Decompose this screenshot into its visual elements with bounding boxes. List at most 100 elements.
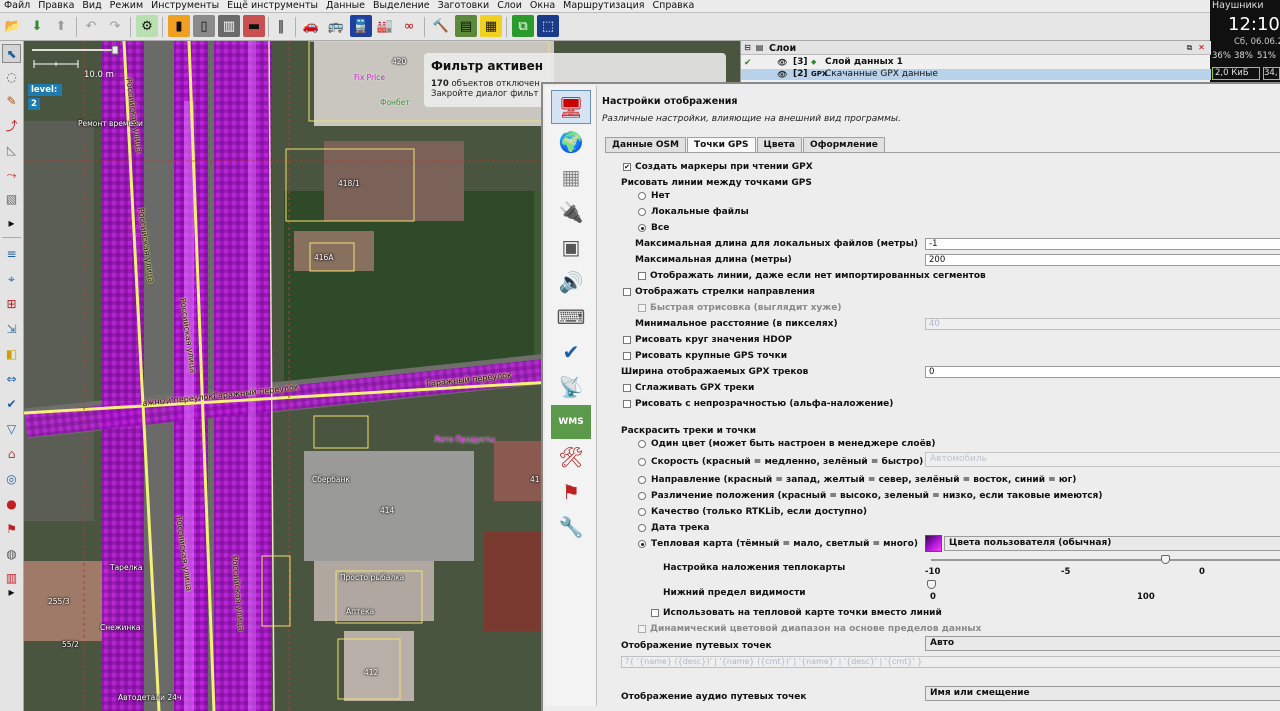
menu-tools[interactable]: Инструменты	[147, 0, 223, 12]
color-speed-radio[interactable]	[638, 458, 646, 466]
smooth-option[interactable]: Сглаживать GPX треки	[623, 382, 754, 394]
color-speed-option[interactable]: Скорость (красный = медленно, зелёный = …	[638, 456, 923, 468]
parallel-icon[interactable]: ◺	[2, 140, 21, 159]
building-255[interactable]: 255/3	[48, 597, 70, 606]
tab-appearance[interactable]: Оформление	[802, 137, 885, 152]
lines-local-option[interactable]: Локальные файлы	[638, 206, 749, 218]
projection-icon[interactable]: ▣	[551, 230, 591, 264]
show-lines-noimport-option[interactable]: Отображать линии, даже если нет импортир…	[638, 270, 986, 282]
relation-icon[interactable]: ⊞	[2, 294, 21, 313]
hammer-icon[interactable]: 🔨	[430, 15, 452, 37]
filter-icon[interactable]: ▽	[2, 419, 21, 438]
lasso-icon[interactable]: ◌	[2, 67, 21, 86]
detach-icon[interactable]: ⧉	[1185, 43, 1194, 52]
heatmap-colors-select[interactable]: Цвета пользователя (обычная)	[944, 536, 1280, 551]
menu-layers[interactable]: Слои	[493, 0, 526, 12]
copy-icon[interactable]: ⧉	[512, 15, 534, 37]
low-limit-knob[interactable]	[927, 580, 936, 589]
layer-name[interactable]: Скачанные GPX данные	[825, 69, 938, 80]
wms-tms-icon[interactable]: WMS	[551, 405, 591, 439]
improve-way-icon[interactable]: ⤴	[2, 116, 21, 135]
lines-none-radio[interactable]	[638, 192, 646, 200]
building-416[interactable]: 416А	[314, 253, 333, 262]
building-55[interactable]: 55/2	[62, 640, 79, 649]
hdop-option[interactable]: Рисовать круг значения HDOP	[623, 334, 792, 346]
validate-icon[interactable]: ✔	[2, 394, 21, 413]
color-heatmap-radio[interactable]	[638, 540, 646, 548]
color-date-radio[interactable]	[638, 524, 646, 532]
hdop-checkbox[interactable]	[623, 336, 631, 344]
train-icon[interactable]: 🚆	[350, 15, 372, 37]
poi-leto[interactable]: Лето Продукты	[434, 435, 495, 444]
max-length-input[interactable]: 200	[925, 254, 1280, 266]
building-41[interactable]: 41	[530, 475, 540, 484]
color-position-option[interactable]: Различение положения (красный = высоко, …	[638, 490, 1102, 502]
expand-arrow-icon[interactable]: ▸	[2, 213, 21, 232]
show-arrows-option[interactable]: Отображать стрелки направления	[623, 286, 815, 298]
globe-icon[interactable]: 🌍	[551, 125, 591, 159]
poi-snezhinka[interactable]: Снежинка	[100, 623, 140, 632]
poi-sberbank[interactable]: Сбербанк	[312, 475, 350, 484]
remote-control-icon[interactable]: 📡	[551, 370, 591, 404]
visibility-icon[interactable]: 👁	[777, 69, 787, 80]
heatmap-tune-knob[interactable]	[1161, 555, 1170, 564]
lines-all-option[interactable]: Все	[638, 222, 669, 234]
building-418[interactable]: 418/1	[338, 179, 360, 188]
door-preset-icon[interactable]: ▮	[168, 15, 190, 37]
max-local-input[interactable]: -1	[925, 238, 1280, 250]
active-layer-icon[interactable]: ✔	[744, 58, 752, 69]
dynamic-range-checkbox[interactable]	[638, 625, 646, 633]
menu-file[interactable]: Файл	[0, 0, 34, 12]
bus-icon[interactable]: 🚌	[325, 15, 347, 37]
align-icon[interactable]: ≡	[2, 244, 21, 263]
layer-row[interactable]: ✔ 👁 [3] ◆ Слой данных 1	[741, 57, 1211, 68]
tab-gps-points[interactable]: Точки GPS	[687, 137, 756, 153]
infinity-icon[interactable]: ∞	[398, 15, 420, 37]
marker-icon[interactable]: ●	[2, 494, 21, 513]
menu-selection[interactable]: Выделение	[369, 0, 434, 12]
waypoints-select[interactable]: Авто	[925, 636, 1280, 651]
color-heatmap-option[interactable]: Тепловая карта (тёмный = мало, светлый =…	[638, 538, 918, 550]
level-selector[interactable]: level: 2	[28, 84, 62, 110]
preferences-icon[interactable]: ⚙	[136, 15, 158, 37]
level-value[interactable]: 2	[28, 98, 40, 110]
dynamic-range-option[interactable]: Динамический цветовой диапазон на основе…	[638, 623, 981, 635]
direction-icon[interactable]: ⇲	[2, 319, 21, 338]
layer-row[interactable]: 👁 [2] GPX Скачанные GPX данные	[741, 69, 1211, 80]
waypoints-pattern-input[interactable]: ?{ '{name} ({desc})' | '{name} ({cmt})' …	[621, 656, 1280, 668]
use-points-checkbox[interactable]	[651, 609, 659, 617]
large-points-checkbox[interactable]	[623, 352, 631, 360]
keyboard-grid-icon[interactable]: ▦	[551, 160, 591, 194]
more-arrow-icon[interactable]: ▸	[2, 582, 21, 601]
poi-rybalka[interactable]: Просто рыбалка	[340, 573, 404, 582]
show-lines-noimport-checkbox[interactable]	[638, 272, 646, 280]
tab-osm-data[interactable]: Данные OSM	[605, 137, 686, 152]
wall-preset-icon[interactable]: ▥	[218, 15, 240, 37]
upload-icon[interactable]: ⬆	[50, 15, 72, 37]
plugin-icon[interactable]: 🔧	[551, 510, 591, 544]
tab-colors[interactable]: Цвета	[756, 137, 802, 152]
menu-routing[interactable]: Маршрутизация	[559, 0, 648, 12]
tools-icon[interactable]: 🛠	[551, 440, 591, 474]
smooth-checkbox[interactable]	[623, 384, 631, 392]
menu-help[interactable]: Справка	[648, 0, 698, 12]
select-tool-icon[interactable]: ⬉	[2, 44, 21, 63]
download-icon[interactable]: ⬇	[26, 15, 48, 37]
building-412[interactable]: 412	[364, 668, 378, 677]
show-arrows-checkbox[interactable]	[623, 288, 631, 296]
building-preset-icon[interactable]: ▯	[193, 15, 215, 37]
fullscreen-icon[interactable]: ⬚	[537, 15, 559, 37]
chart-preset-icon[interactable]: ▦	[480, 15, 502, 37]
orthogonalize-icon[interactable]: ◧	[2, 344, 21, 363]
redo-icon[interactable]: ↷	[104, 15, 126, 37]
color-direction-radio[interactable]	[638, 476, 646, 484]
layer-name[interactable]: Слой данных 1	[825, 57, 903, 68]
use-points-option[interactable]: Использовать на тепловой карте точки вме…	[651, 607, 942, 619]
lines-none-option[interactable]: Нет	[638, 190, 670, 202]
scale-slider[interactable]	[30, 44, 130, 80]
compass-icon[interactable]: ◎	[2, 469, 21, 488]
color-position-radio[interactable]	[638, 492, 646, 500]
display-settings-icon[interactable]: 🖥	[551, 90, 591, 124]
color-single-radio[interactable]	[638, 440, 646, 448]
roof-preset-icon[interactable]: ▬	[243, 15, 265, 37]
